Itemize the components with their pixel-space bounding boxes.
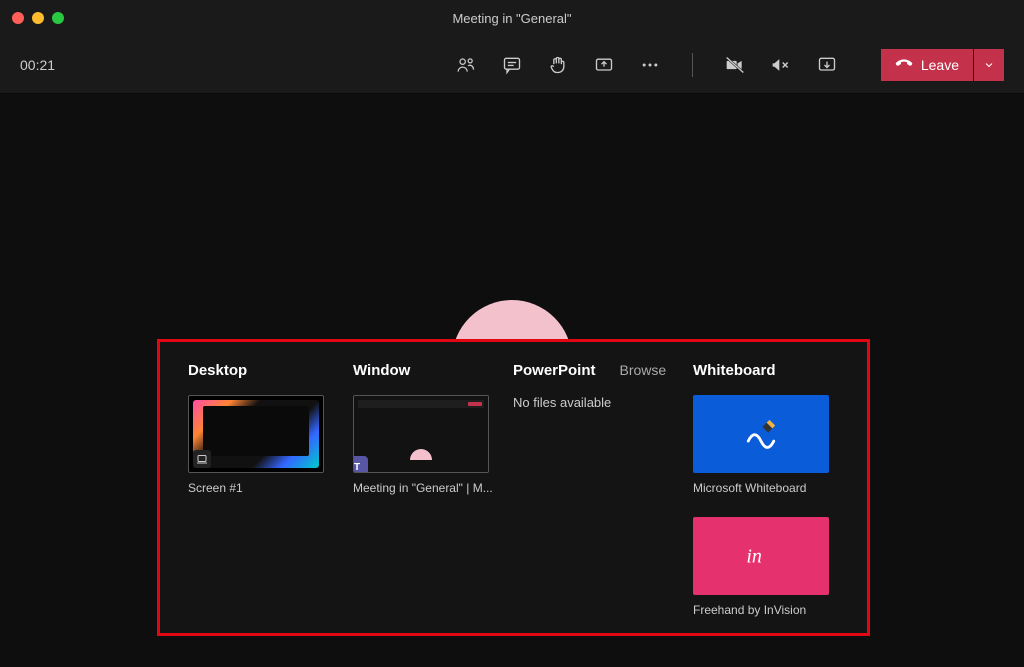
svg-text:in: in [746, 546, 762, 568]
close-window-button[interactable] [12, 12, 24, 24]
whiteboard-ms-thumb[interactable] [693, 395, 829, 473]
window-title: Meeting in "General" [452, 11, 571, 26]
share-desktop-thumb[interactable] [188, 395, 324, 473]
whiteboard-icon [744, 417, 778, 451]
whiteboard-ms-label: Microsoft Whiteboard [693, 481, 839, 495]
raise-hand-icon[interactable] [548, 55, 568, 75]
toolbar-separator [692, 53, 693, 77]
share-header-powerpoint: PowerPoint Browse [513, 362, 693, 379]
camera-off-icon[interactable] [725, 55, 745, 75]
share-header-whiteboard: Whiteboard [693, 362, 839, 379]
no-files-text: No files available [513, 395, 693, 410]
mic-off-icon[interactable] [771, 55, 791, 75]
chevron-down-icon [983, 59, 995, 71]
leave-options-button[interactable] [974, 49, 1004, 81]
share-window-thumb[interactable]: T [353, 395, 489, 473]
teams-badge-icon: T [353, 456, 368, 473]
more-actions-icon[interactable] [640, 55, 660, 75]
chat-icon[interactable] [502, 55, 522, 75]
leave-label: Leave [921, 57, 959, 73]
whiteboard-invision-label: Freehand by InVision [693, 603, 839, 617]
window-controls [12, 12, 64, 24]
browse-link[interactable]: Browse [620, 362, 667, 378]
share-content-panel: Desktop Screen #1 Window T Meeting in [157, 339, 870, 636]
meeting-toolbar: 00:21 [0, 36, 1024, 94]
share-window-label: Meeting in "General" | M... [353, 481, 513, 495]
leave-control: Leave [881, 49, 1004, 81]
share-col-powerpoint: PowerPoint Browse No files available [513, 362, 693, 617]
participants-icon[interactable] [456, 55, 476, 75]
toolbar-actions: Leave [456, 49, 1004, 81]
share-col-window: Window T Meeting in "General" | M... [353, 362, 513, 617]
share-desktop-label: Screen #1 [188, 481, 353, 495]
share-col-desktop: Desktop Screen #1 [188, 362, 353, 617]
whiteboard-invision-thumb[interactable]: in [693, 517, 829, 595]
titlebar: Meeting in "General" [0, 0, 1024, 36]
hangup-icon [895, 56, 913, 74]
share-col-whiteboard: Whiteboard Microsoft Whiteboard in Freeh… [693, 362, 839, 617]
minimize-window-button[interactable] [32, 12, 44, 24]
meeting-timer: 00:21 [20, 57, 456, 73]
screen-badge-icon [193, 450, 211, 468]
download-icon[interactable] [817, 55, 837, 75]
leave-button[interactable]: Leave [881, 49, 973, 81]
share-header-window: Window [353, 362, 513, 379]
share-screen-icon[interactable] [594, 55, 614, 75]
invision-icon: in [741, 536, 781, 576]
share-header-desktop: Desktop [188, 362, 353, 379]
maximize-window-button[interactable] [52, 12, 64, 24]
